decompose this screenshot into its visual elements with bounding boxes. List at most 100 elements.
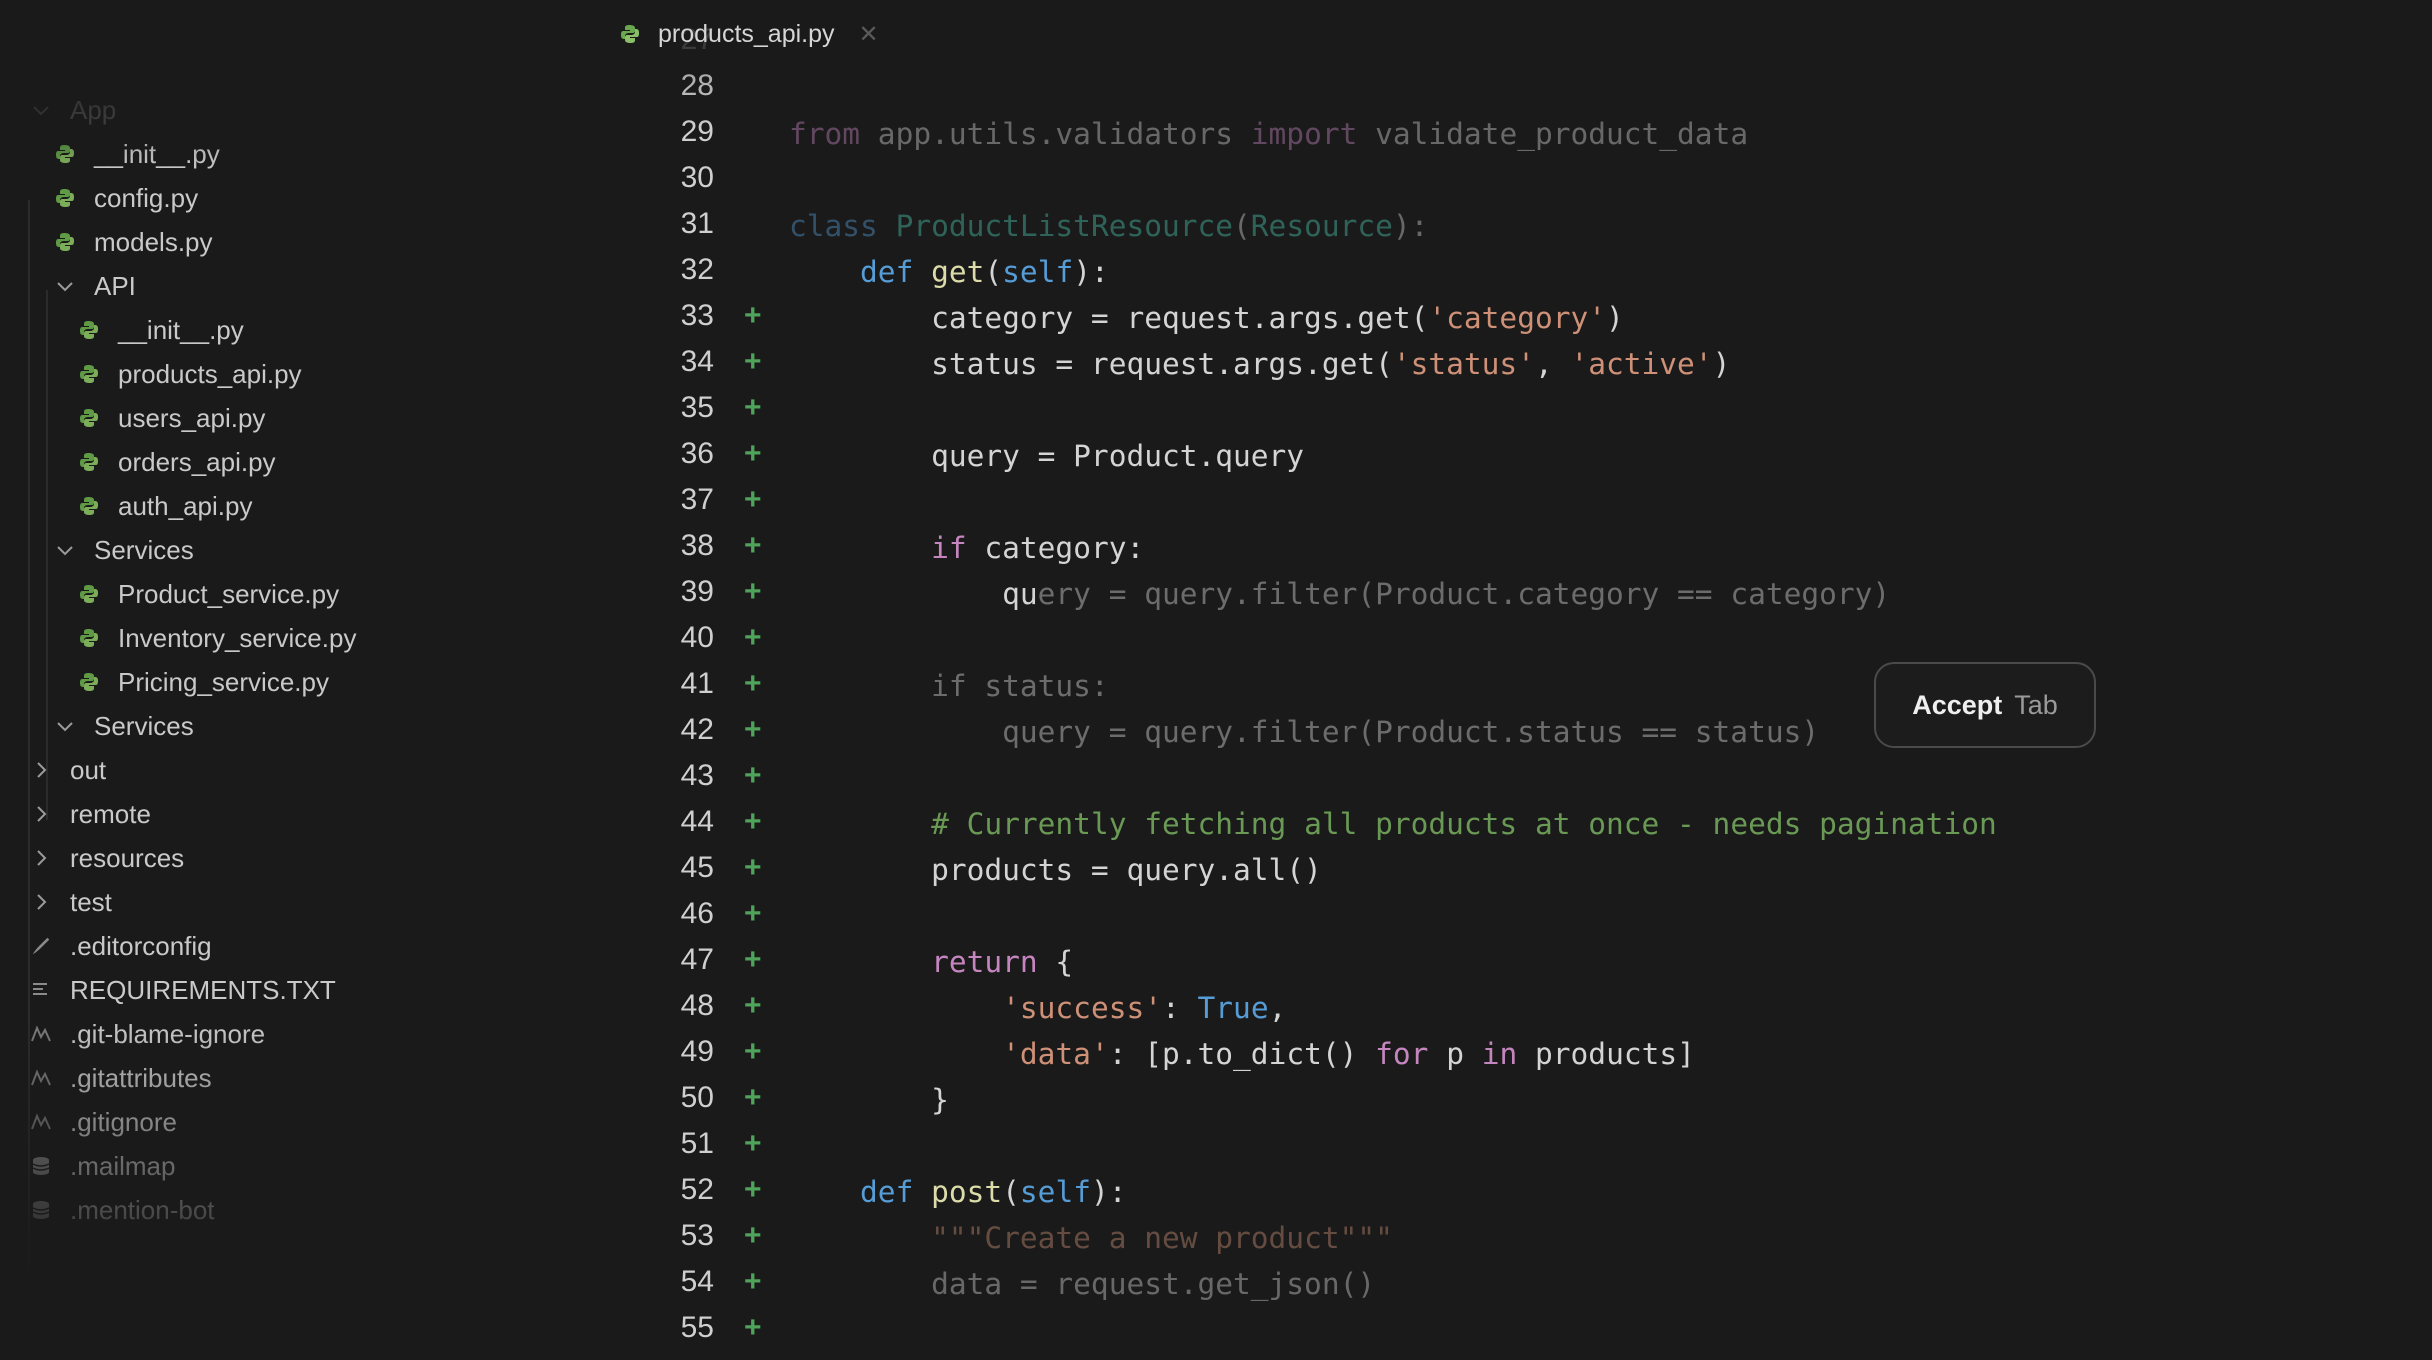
tree-folder[interactable]: Services [54,528,194,572]
code-line[interactable]: } [789,1083,949,1117]
code-line[interactable]: query = Product.query [789,439,1304,473]
tree-folder[interactable]: test [30,880,112,924]
tree-file[interactable]: Pricing_service.py [78,660,329,704]
added-line-marker: + [744,299,762,332]
code-line[interactable]: category = request.args.get('category') [789,301,1624,335]
added-line-marker: + [744,759,762,792]
code-token: 'active' [1570,347,1713,381]
code-token: p [1428,1037,1482,1071]
code-line[interactable]: data = request.get_json() [789,1267,1375,1301]
code-line[interactable]: def post(self): [789,1175,1127,1209]
python-icon [78,495,100,517]
tree-file[interactable]: .git-blame-ignore [30,1012,265,1056]
accept-key-hint: Tab [2014,689,2058,720]
tree-folder[interactable]: Services [54,704,194,748]
code-token: """Create a new product""" [931,1221,1393,1255]
tree-item-label: out [70,754,107,785]
tree-file[interactable]: auth_api.py [78,484,252,528]
line-number: 33 [680,299,714,332]
code-line[interactable]: if status: [789,669,1109,703]
code-line[interactable]: def get(self): [789,255,1109,289]
tree-file[interactable]: .gitattributes [30,1056,212,1100]
code-line[interactable]: if category: [789,531,1144,565]
tree-item-label: .mailmap [70,1150,176,1181]
added-line-marker: + [744,1035,762,1068]
tree-file[interactable]: REQUIREMENTS.TXT [30,968,336,1012]
python-icon [54,231,76,253]
line-number: 48 [680,989,714,1022]
code-line[interactable]: query = query.filter(Product.status == s… [789,715,1819,749]
indent-guide [46,290,48,820]
tree-folder[interactable]: out [30,748,106,792]
tree-folder[interactable]: API [54,264,136,308]
added-line-marker: + [744,437,762,470]
tree-item-label: Inventory_service.py [118,622,357,653]
tree-file[interactable]: .gitignore [30,1100,177,1144]
code-line[interactable]: query = query.filter(Product.category ==… [789,577,1890,611]
tree-file[interactable]: Inventory_service.py [78,616,356,660]
added-line-marker: + [744,713,762,746]
code-line[interactable]: class ProductListResource(Resource): [789,209,1428,243]
code-line[interactable]: 'data': [p.to_dict() for p in products] [789,1037,1695,1071]
python-icon [54,187,76,209]
code-token: 'data' [1002,1037,1109,1071]
added-line-marker: + [744,805,762,838]
tree-item-label: __init__.py [118,314,244,345]
tree-file[interactable]: config.py [54,176,198,220]
line-number: 27 [680,23,714,56]
tree-file[interactable]: .mention-bot [30,1188,215,1232]
code-line[interactable]: # Currently fetching all products at onc… [789,807,1997,841]
code-token: ): [1090,1175,1127,1209]
code-token: return [931,945,1038,979]
tree-file[interactable]: __init__.py [54,132,220,176]
tree-item-label: users_api.py [118,402,266,433]
code-line[interactable]: products = query.all() [789,853,1322,887]
code-token: ( [984,255,1003,289]
tree-item-label: test [70,886,112,917]
git-icon [30,1023,52,1045]
editorconfig-icon [30,935,52,957]
code-token: category = request.args.get( [789,301,1429,335]
tree-folder[interactable]: App [30,88,116,132]
tree-item-label: Services [94,534,194,565]
code-line[interactable]: from app.utils.validators import validat… [789,117,1748,151]
chevron-right-icon [30,759,52,781]
tree-file[interactable]: Product_service.py [78,572,339,616]
tree-file[interactable]: __init__.py [78,308,244,352]
line-number: 45 [680,851,714,884]
added-line-marker: + [744,621,762,654]
code-token: status = request.args.get( [789,347,1393,381]
code-editor[interactable]: 27 28 29 from app.utils.validators import v… [600,0,2432,1360]
tree-file[interactable]: .editorconfig [30,924,212,968]
chevron-right-icon [30,847,52,869]
tree-file[interactable]: users_api.py [78,396,265,440]
line-number: 42 [680,713,714,746]
line-number: 30 [680,161,714,194]
python-icon [78,451,100,473]
accept-suggestion-button[interactable]: Accept Tab [1874,662,2096,748]
tree-folder[interactable]: remote [30,792,151,836]
tree-file[interactable]: orders_api.py [78,440,276,484]
tree-file[interactable]: models.py [54,220,213,264]
chevron-down-icon [54,539,76,561]
code-line[interactable]: """Create a new product""" [789,1221,1393,1255]
code-line[interactable]: return { [789,945,1073,979]
code-token: } [789,1083,949,1117]
added-line-marker: + [744,391,762,424]
tree-file[interactable]: products_api.py [78,352,302,396]
tree-item-label: resources [70,842,185,873]
code-token: category: [966,531,1145,565]
database-icon [30,1155,52,1177]
code-line[interactable]: 'success': True, [789,991,1286,1025]
tree-file[interactable]: .mailmap [30,1144,175,1188]
line-number: 52 [680,1173,714,1206]
code-line[interactable]: status = request.args.get('status', 'act… [789,347,1730,381]
tree-item-label: .editorconfig [70,930,212,961]
tree-folder[interactable]: resources [30,836,184,880]
code-token: Resource [1250,209,1393,243]
